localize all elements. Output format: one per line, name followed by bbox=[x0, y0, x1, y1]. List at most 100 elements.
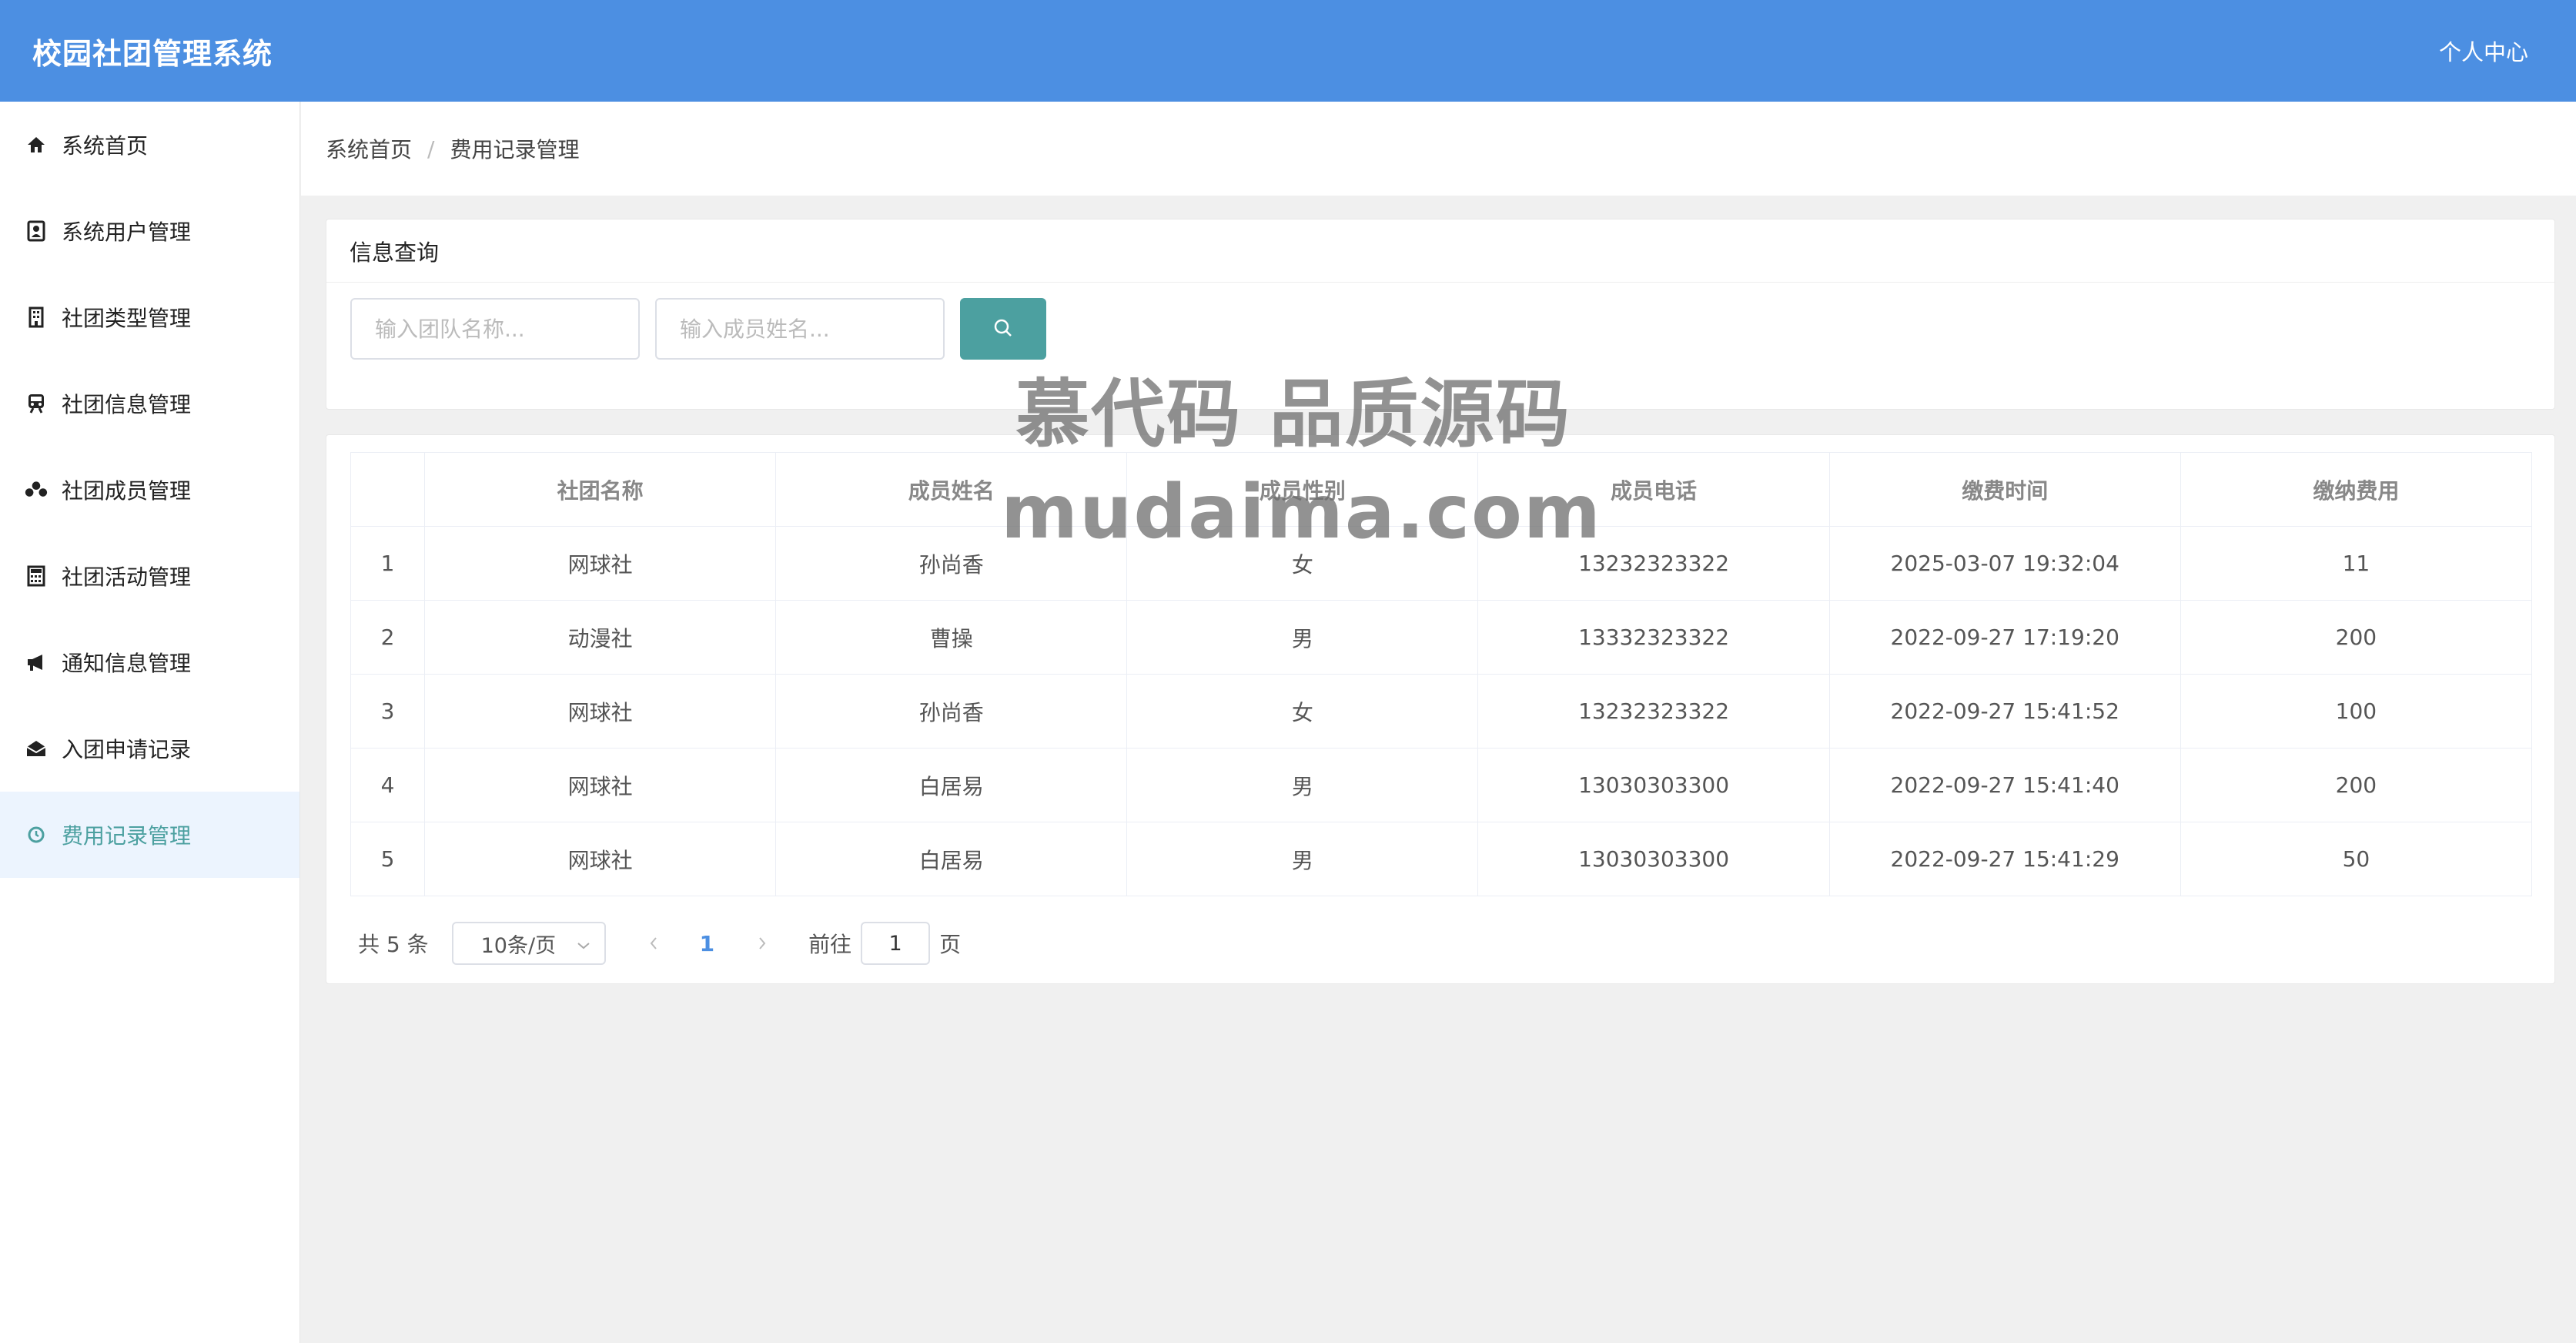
sidebar-item-activities[interactable]: 社团活动管理 bbox=[0, 533, 299, 619]
search-icon bbox=[992, 317, 1014, 341]
sidebar-item-label: 费用记录管理 bbox=[62, 823, 192, 849]
chevron-right-icon bbox=[757, 931, 768, 956]
cell-index: 1 bbox=[350, 526, 425, 601]
top-header: 校园社团管理系统 个人中心 bbox=[0, 0, 2576, 102]
query-card: 信息查询 bbox=[326, 219, 2555, 410]
chevron-left-icon bbox=[648, 931, 659, 956]
cell-index: 5 bbox=[350, 822, 425, 896]
sidebar-item-label: 社团信息管理 bbox=[62, 392, 192, 417]
search-button[interactable] bbox=[960, 298, 1046, 360]
sidebar-item-users[interactable]: 系统用户管理 bbox=[0, 188, 299, 274]
cell-fee: 50 bbox=[2180, 822, 2533, 896]
table-row[interactable]: 2 动漫社 曹操 男 13332323322 2022-09-27 17:19:… bbox=[350, 600, 2533, 675]
column-header-phone: 成员电话 bbox=[1477, 452, 1830, 527]
app-title: 校园社团管理系统 bbox=[32, 36, 273, 71]
user-center-link[interactable]: 个人中心 bbox=[2439, 35, 2528, 67]
cell-member-name: 曹操 bbox=[775, 600, 1128, 675]
sidebar-item-club-info[interactable]: 社团信息管理 bbox=[0, 360, 299, 447]
cell-gender: 男 bbox=[1126, 822, 1479, 896]
cell-gender: 女 bbox=[1126, 526, 1479, 601]
table-card: 社团名称 成员姓名 成员性别 成员电话 缴费时间 缴纳费用 1 网球社 孙尚香 … bbox=[326, 434, 2555, 984]
query-row bbox=[326, 283, 2554, 360]
calculator-icon bbox=[25, 564, 48, 588]
breadcrumb-home[interactable]: 系统首页 bbox=[326, 133, 412, 164]
home-icon bbox=[25, 133, 48, 156]
sidebar-item-label: 社团成员管理 bbox=[62, 478, 192, 504]
team-name-input[interactable] bbox=[350, 298, 640, 360]
envelope-icon bbox=[25, 737, 48, 760]
clock-icon bbox=[25, 823, 48, 846]
cell-gender: 男 bbox=[1126, 600, 1479, 675]
breadcrumb-separator: / bbox=[427, 136, 435, 162]
sidebar: 系统首页 系统用户管理 社团类型管理 社团信息管理 社团成员管理 社团活动管理 bbox=[0, 102, 300, 1343]
megaphone-icon bbox=[25, 651, 48, 674]
chevron-down-icon bbox=[577, 932, 590, 956]
cell-gender: 女 bbox=[1126, 674, 1479, 749]
fee-records-table: 社团名称 成员姓名 成员性别 成员电话 缴费时间 缴纳费用 1 网球社 孙尚香 … bbox=[350, 452, 2533, 896]
table-row[interactable]: 3 网球社 孙尚香 女 13232323322 2022-09-27 15:41… bbox=[350, 674, 2533, 749]
cell-index: 3 bbox=[350, 674, 425, 749]
train-icon bbox=[25, 392, 48, 415]
column-header-club-name: 社团名称 bbox=[423, 452, 777, 527]
pagination: 共 5 条 10条/页 1 前往 页 bbox=[358, 922, 961, 965]
prev-page-button[interactable] bbox=[641, 928, 666, 959]
cell-pay-time: 2022-09-27 15:41:52 bbox=[1828, 674, 2181, 749]
sidebar-item-label: 系统用户管理 bbox=[62, 219, 192, 245]
users-icon bbox=[25, 478, 48, 501]
pagination-total: 共 5 条 bbox=[358, 932, 429, 957]
member-name-input[interactable] bbox=[655, 298, 945, 360]
cell-index: 2 bbox=[350, 600, 425, 675]
cell-index: 4 bbox=[350, 748, 425, 822]
column-header-pay-time: 缴费时间 bbox=[1828, 452, 2181, 527]
user-card-icon bbox=[25, 219, 48, 243]
cell-pay-time: 2022-09-27 15:41:40 bbox=[1828, 748, 2181, 822]
page-number-current[interactable]: 1 bbox=[700, 931, 714, 956]
cell-member-name: 孙尚香 bbox=[775, 526, 1128, 601]
column-header-index bbox=[350, 452, 425, 527]
sidebar-item-club-types[interactable]: 社团类型管理 bbox=[0, 274, 299, 360]
column-header-gender: 成员性别 bbox=[1126, 452, 1479, 527]
sidebar-item-notices[interactable]: 通知信息管理 bbox=[0, 619, 299, 705]
cell-club-name: 网球社 bbox=[423, 674, 777, 749]
cell-club-name: 网球社 bbox=[423, 526, 777, 601]
cell-phone: 13030303300 bbox=[1477, 822, 1830, 896]
cell-phone: 13332323322 bbox=[1477, 600, 1830, 675]
breadcrumb-current: 费用记录管理 bbox=[450, 137, 580, 162]
cell-phone: 13030303300 bbox=[1477, 748, 1830, 822]
next-page-button[interactable] bbox=[750, 928, 774, 959]
sidebar-item-applications[interactable]: 入团申请记录 bbox=[0, 705, 299, 792]
cell-club-name: 网球社 bbox=[423, 748, 777, 822]
cell-member-name: 白居易 bbox=[775, 822, 1128, 896]
sidebar-item-label: 系统首页 bbox=[62, 133, 149, 159]
building-icon bbox=[25, 306, 48, 329]
sidebar-item-home[interactable]: 系统首页 bbox=[0, 102, 299, 188]
sidebar-item-members[interactable]: 社团成员管理 bbox=[0, 447, 299, 533]
cell-fee: 100 bbox=[2180, 674, 2533, 749]
cell-fee: 200 bbox=[2180, 600, 2533, 675]
sidebar-item-label: 社团类型管理 bbox=[62, 306, 192, 331]
cell-club-name: 动漫社 bbox=[423, 600, 777, 675]
goto-suffix: 页 bbox=[939, 932, 962, 957]
column-header-member-name: 成员姓名 bbox=[775, 452, 1128, 527]
sidebar-item-label: 社团活动管理 bbox=[62, 564, 192, 590]
cell-pay-time: 2022-09-27 17:19:20 bbox=[1828, 600, 2181, 675]
cell-fee: 200 bbox=[2180, 748, 2533, 822]
sidebar-item-label: 入团申请记录 bbox=[62, 737, 192, 762]
table-row[interactable]: 1 网球社 孙尚香 女 13232323322 2025-03-07 19:32… bbox=[350, 526, 2533, 601]
table-header-row: 社团名称 成员姓名 成员性别 成员电话 缴费时间 缴纳费用 bbox=[350, 452, 2533, 527]
page-size-select[interactable]: 10条/页 bbox=[451, 922, 606, 965]
cell-pay-time: 2022-09-27 15:41:29 bbox=[1828, 822, 2181, 896]
cell-club-name: 网球社 bbox=[423, 822, 777, 896]
table-row[interactable]: 5 网球社 白居易 男 13030303300 2022-09-27 15:41… bbox=[350, 822, 2533, 896]
sidebar-item-fee-records[interactable]: 费用记录管理 bbox=[0, 792, 299, 878]
column-header-fee: 缴纳费用 bbox=[2180, 452, 2533, 527]
cell-member-name: 白居易 bbox=[775, 748, 1128, 822]
goto-label: 前往 bbox=[808, 932, 852, 957]
cell-pay-time: 2025-03-07 19:32:04 bbox=[1828, 526, 2181, 601]
cell-phone: 13232323322 bbox=[1477, 674, 1830, 749]
goto-page-input[interactable] bbox=[861, 922, 931, 965]
cell-member-name: 孙尚香 bbox=[775, 674, 1128, 749]
table-row[interactable]: 4 网球社 白居易 男 13030303300 2022-09-27 15:41… bbox=[350, 748, 2533, 822]
breadcrumb: 系统首页 / 费用记录管理 bbox=[301, 102, 2576, 196]
page-size-value: 10条/页 bbox=[480, 933, 557, 958]
